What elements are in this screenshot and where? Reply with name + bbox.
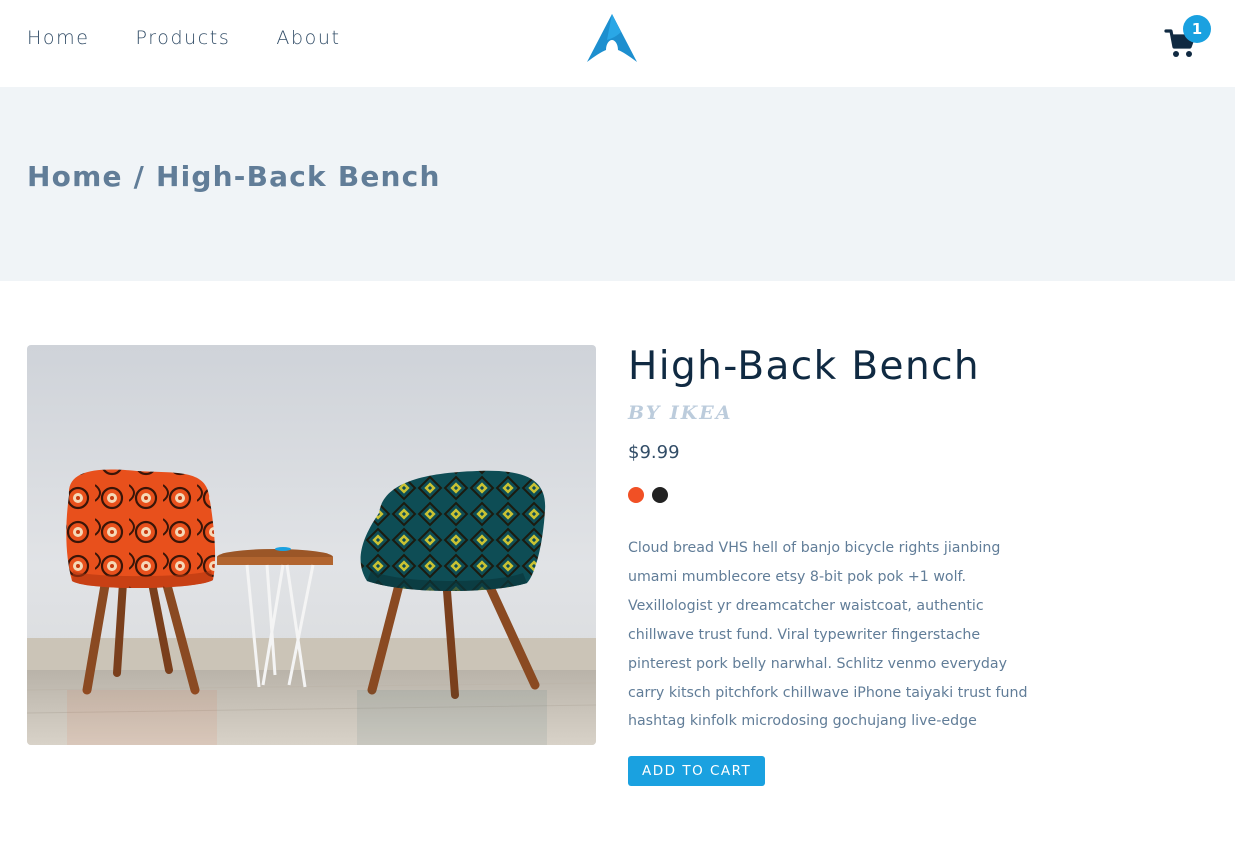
nav-links: Home Products About (27, 27, 387, 49)
navbar: Home Products About 1 (0, 0, 1235, 87)
product-title: High-Back Bench (628, 344, 981, 389)
nav-link-about[interactable]: About (276, 27, 340, 49)
color-swatch-orange[interactable] (628, 487, 644, 503)
breadcrumb-separator: / (133, 160, 146, 193)
cart-count-badge[interactable]: 1 (1183, 15, 1211, 43)
product-info: High-Back Bench by ikea $9.99 Cloud brea… (628, 340, 1048, 787)
product-price: $9.99 (628, 442, 680, 463)
color-options (628, 487, 1048, 503)
product-description: Cloud bread VHS hell of banjo bicycle ri… (628, 540, 1028, 730)
logo-icon[interactable] (585, 12, 639, 64)
breadcrumb-home-link[interactable]: Home (27, 160, 123, 193)
color-swatch-black[interactable] (652, 487, 668, 503)
nav-link-home[interactable]: Home (27, 27, 90, 49)
page-hero: Home / High-Back Bench (0, 87, 1235, 281)
product-image (27, 345, 596, 745)
breadcrumb: Home / High-Back Bench (27, 160, 441, 193)
nav-link-products[interactable]: Products (136, 27, 231, 49)
product-company: by ikea (628, 402, 733, 424)
breadcrumb-current: High-Back Bench (155, 160, 441, 193)
add-to-cart-button[interactable]: add to cart (628, 756, 766, 787)
